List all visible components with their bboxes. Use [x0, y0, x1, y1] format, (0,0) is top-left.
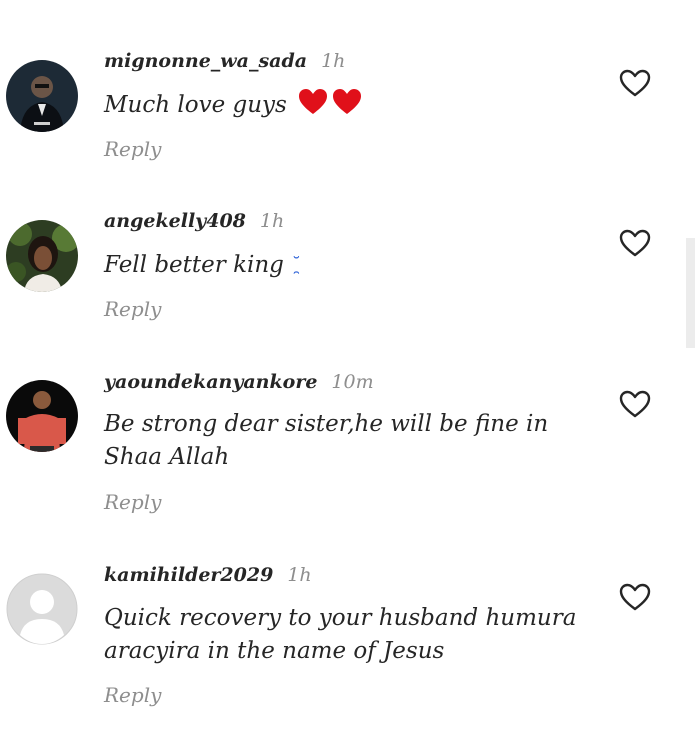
comment-header: yaoundekanyankore 10m — [104, 371, 374, 393]
timestamp: 1h — [287, 564, 312, 586]
reply-button[interactable]: Reply — [104, 137, 161, 161]
avatar[interactable] — [6, 573, 78, 645]
heart-like-icon[interactable] — [618, 228, 652, 258]
heart-like-icon[interactable] — [618, 68, 652, 98]
comment-text: Quick recovery to your husband humura ar… — [104, 602, 594, 668]
comment-body: Fell better king — [104, 252, 284, 278]
reply-button[interactable]: Reply — [104, 683, 161, 707]
crying-emoticon: ˘̯ — [291, 254, 301, 275]
comment-body: Quick recovery to your husband humura ar… — [104, 605, 577, 664]
timestamp: 1h — [321, 50, 346, 72]
comment-header: kamihilder2029 1h — [104, 564, 312, 586]
username-link[interactable]: angekelly408 — [104, 210, 246, 232]
timestamp: 10m — [331, 371, 374, 393]
red-heart-icon — [299, 89, 328, 114]
comment-text: Fell better king ˘̯ — [104, 248, 594, 282]
timestamp: 1h — [259, 210, 285, 232]
username-link[interactable]: mignonne_wa_sada — [104, 50, 307, 72]
avatar[interactable] — [6, 220, 78, 292]
comment-body: Be strong dear sister,he will be fine in… — [104, 411, 549, 470]
red-heart-icon — [333, 89, 362, 114]
avatar[interactable] — [6, 380, 78, 452]
reply-button[interactable]: Reply — [104, 490, 161, 514]
heart-like-icon[interactable] — [618, 582, 652, 612]
comment-header: angekelly408 1h — [104, 210, 284, 232]
default-avatar-icon — [6, 573, 78, 645]
avatar[interactable] — [6, 60, 78, 132]
comment-text: Be strong dear sister,he will be fine in… — [104, 408, 594, 474]
comment-header: mignonne_wa_sada 1h — [104, 50, 345, 72]
scrollbar[interactable] — [686, 238, 695, 348]
heart-like-icon[interactable] — [618, 389, 652, 419]
username-link[interactable]: kamihilder2029 — [104, 564, 273, 586]
username-link[interactable]: yaoundekanyankore — [104, 371, 317, 393]
comment-text: Much love guys — [104, 88, 594, 122]
reply-button[interactable]: Reply — [104, 297, 161, 321]
comment-body: Much love guys — [104, 92, 287, 118]
